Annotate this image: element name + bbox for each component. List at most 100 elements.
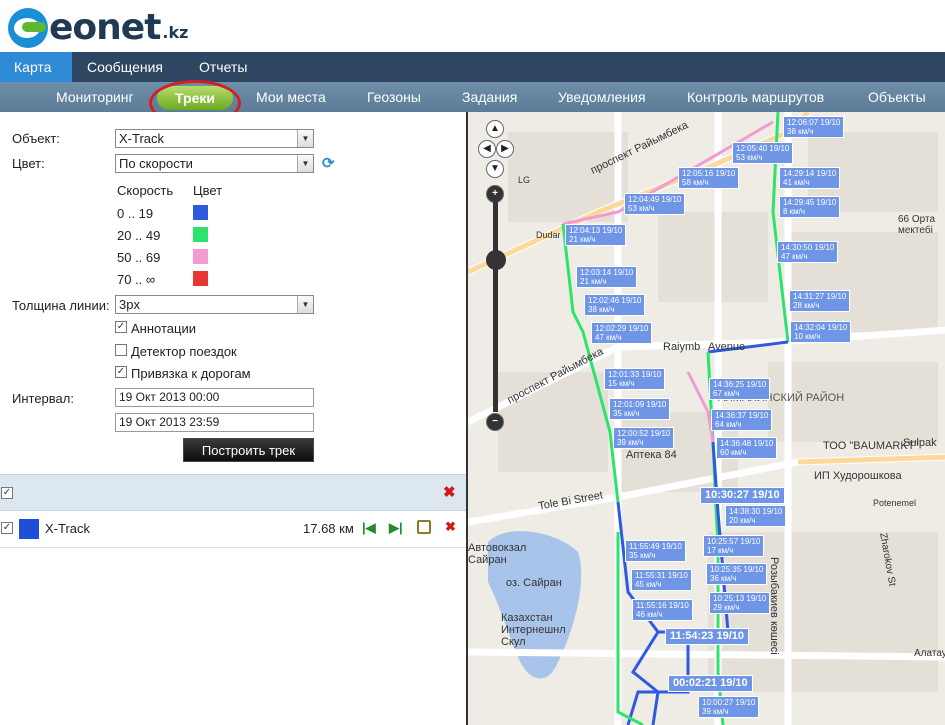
annotation-speed: 21 км/ч	[580, 277, 607, 286]
track-annotation[interactable]: 12:05:40 19/10 53 км/ч	[732, 142, 794, 164]
annotation-time: 12:00:52 19/10	[617, 429, 671, 438]
delete-all-icon[interactable]: ✖	[443, 483, 456, 501]
tab-reports[interactable]: Отчеты	[185, 52, 261, 82]
track-annotation[interactable]: 14:36:37 19/10 64 км/ч	[711, 409, 773, 431]
track-annotation[interactable]: 11:55:16 19/10 46 км/ч	[632, 599, 693, 621]
track-annotation[interactable]: 12:02:29 19/10 47 км/ч	[591, 322, 653, 344]
track-annotation[interactable]: 14:38:30 19/10 20 км/ч	[725, 505, 787, 527]
logo-word: eonet	[49, 7, 161, 48]
annotations-checkbox[interactable]: ✓	[115, 321, 127, 333]
track-annotation[interactable]: 14:36:48 19/10 60 км/ч	[716, 437, 778, 459]
pan-down-icon[interactable]: ▼	[486, 160, 504, 178]
subtab-geozones[interactable]: Геозоны	[367, 82, 421, 112]
color-label: Цвет:	[12, 156, 45, 171]
track-annotation[interactable]: 00:02:21 19/10	[668, 675, 753, 692]
annotation-speed: 38 км/ч	[787, 127, 814, 136]
annotation-time: 14:31:27 19/10	[793, 292, 847, 301]
track-annotation[interactable]: 10:30:27 19/10	[700, 487, 785, 504]
annotation-speed: 46 км/ч	[636, 610, 663, 619]
center-on-map-icon[interactable]	[417, 520, 431, 534]
color-select[interactable]: По скорости ▼	[115, 154, 314, 173]
tab-messages[interactable]: Сообщения	[73, 52, 177, 82]
track-annotation[interactable]: 10:25:13 19/10 29 км/ч	[709, 592, 771, 614]
geonet-logo[interactable]: eonet .kz	[8, 4, 188, 48]
track-annotation[interactable]: 14:31:27 19/10 28 км/ч	[789, 290, 851, 312]
trip-detector-checkbox[interactable]	[115, 344, 127, 356]
track-annotation[interactable]: 10:25:35 19/10 36 км/ч	[706, 563, 768, 585]
annotation-time: 00:02:21 19/10	[673, 677, 748, 689]
build-track-button[interactable]: Построить трек	[183, 438, 314, 462]
chevron-down-icon[interactable]: ▼	[297, 296, 313, 313]
track-annotation[interactable]: 11:55:49 19/10 35 км/ч	[625, 540, 686, 562]
track-annotation[interactable]: 14:32:04 19/10 10 км/ч	[790, 321, 852, 343]
speed-color-swatch	[193, 249, 208, 264]
subtab-notifications[interactable]: Уведомления	[558, 82, 646, 112]
pan-left-icon[interactable]: ◀	[478, 140, 496, 158]
annotation-time: 10:25:35 19/10	[710, 565, 764, 574]
annotation-speed: 39 км/ч	[702, 707, 729, 716]
track-annotation[interactable]: 12:02:46 19/10 38 км/ч	[584, 294, 646, 316]
track-annotation[interactable]: 12:04:13 19/10 21 км/ч	[565, 224, 627, 246]
annotation-speed: 28 км/ч	[793, 301, 820, 310]
subtab-objects[interactable]: Объекты	[868, 82, 926, 112]
delete-track-icon[interactable]: ✖	[445, 519, 456, 535]
track-checkbox[interactable]: ✓	[1, 522, 13, 534]
track-annotation[interactable]: 12:00:52 19/10 39 км/ч	[613, 427, 675, 449]
select-all-checkbox[interactable]: ✓	[1, 487, 13, 499]
track-annotation[interactable]: 14:36:25 19/10 67 км/ч	[709, 378, 771, 400]
track-annotation[interactable]: 14:29:45 19/10 8 км/ч	[779, 196, 841, 218]
annotation-speed: 47 км/ч	[781, 252, 808, 261]
track-annotation[interactable]: 12:05:16 19/10 58 км/ч	[678, 167, 740, 189]
subtab-monitoring[interactable]: Мониторинг	[56, 82, 134, 112]
track-annotation[interactable]: 14:30:50 19/10 47 км/ч	[777, 241, 839, 263]
zoom-out-icon[interactable]: −	[486, 413, 504, 431]
speed-color-swatch	[193, 205, 208, 220]
track-annotation[interactable]: 11:55:31 19/10 45 км/ч	[631, 569, 692, 591]
pan-up-icon[interactable]: ▲	[486, 120, 504, 138]
track-annotation[interactable]: 10:00:27 19/10 39 км/ч	[698, 696, 760, 718]
map-view[interactable]: проспект Райымбека проспект Райымбека Ra…	[466, 112, 945, 725]
zoom-slider-track[interactable]	[493, 202, 498, 412]
annotation-time: 12:06:07 19/10	[787, 118, 841, 127]
thickness-select[interactable]: 3px ▼	[115, 295, 314, 314]
speed-range-label: 20 .. 49	[117, 228, 161, 243]
annotation-speed: 53 км/ч	[736, 153, 763, 162]
lake-label: оз. Сайран	[506, 577, 562, 589]
zoom-in-icon[interactable]: +	[486, 185, 504, 203]
chevron-down-icon[interactable]: ▼	[297, 130, 313, 147]
interval-from-input[interactable]: 19 Окт 2013 00:00	[115, 388, 314, 407]
zoom-slider-handle[interactable]	[486, 250, 506, 270]
track-annotation[interactable]: 12:06:07 19/10 38 км/ч	[783, 116, 845, 138]
annotation-speed: 36 км/ч	[710, 574, 737, 583]
annotation-time: 12:02:46 19/10	[588, 296, 642, 305]
track-end-icon[interactable]: ▶|	[389, 520, 403, 536]
track-annotation[interactable]: 14:29:14 19/10 41 км/ч	[779, 167, 841, 189]
track-annotation[interactable]: 11:54:23 19/10	[665, 628, 750, 645]
annotation-time: 14:30:50 19/10	[781, 243, 835, 252]
annotation-time: 11:55:31 19/10	[635, 571, 688, 580]
track-list-header: ✓ ✖	[0, 474, 466, 511]
refresh-icon[interactable]: ⟳	[322, 154, 335, 172]
track-annotation[interactable]: 12:01:33 19/10 15 км/ч	[604, 368, 666, 390]
interval-to-input[interactable]: 19 Окт 2013 23:59	[115, 413, 314, 432]
road-snap-checkbox[interactable]: ✓	[115, 366, 127, 378]
tab-map[interactable]: Карта	[0, 52, 72, 82]
subtab-tasks[interactable]: Задания	[462, 82, 517, 112]
pan-right-icon[interactable]: ▶	[496, 140, 514, 158]
track-start-icon[interactable]: |◀	[362, 520, 376, 536]
track-annotation[interactable]: 10:25:57 19/10 17 км/ч	[703, 535, 765, 557]
track-annotation[interactable]: 12:01:09 19/10 35 км/ч	[609, 398, 671, 420]
track-annotation[interactable]: 12:03:14 19/10 21 км/ч	[576, 266, 638, 288]
object-select[interactable]: X-Track ▼	[115, 129, 314, 148]
annotation-speed: 41 км/ч	[783, 178, 810, 187]
annotation-time: 12:04:49 19/10	[628, 195, 682, 204]
subtab-my-places[interactable]: Мои места	[256, 82, 326, 112]
track-color-swatch[interactable]	[19, 519, 39, 539]
subtab-route-control[interactable]: Контроль маршрутов	[687, 82, 824, 112]
poi-label: Автовокзал Сайран	[468, 542, 527, 566]
annotation-time: 12:01:33 19/10	[608, 370, 662, 379]
annotation-speed: 64 км/ч	[715, 420, 742, 429]
chevron-down-icon[interactable]: ▼	[297, 155, 313, 172]
color-column-header: Цвет	[193, 183, 223, 198]
track-annotation[interactable]: 12:04:49 19/10 53 км/ч	[624, 193, 686, 215]
